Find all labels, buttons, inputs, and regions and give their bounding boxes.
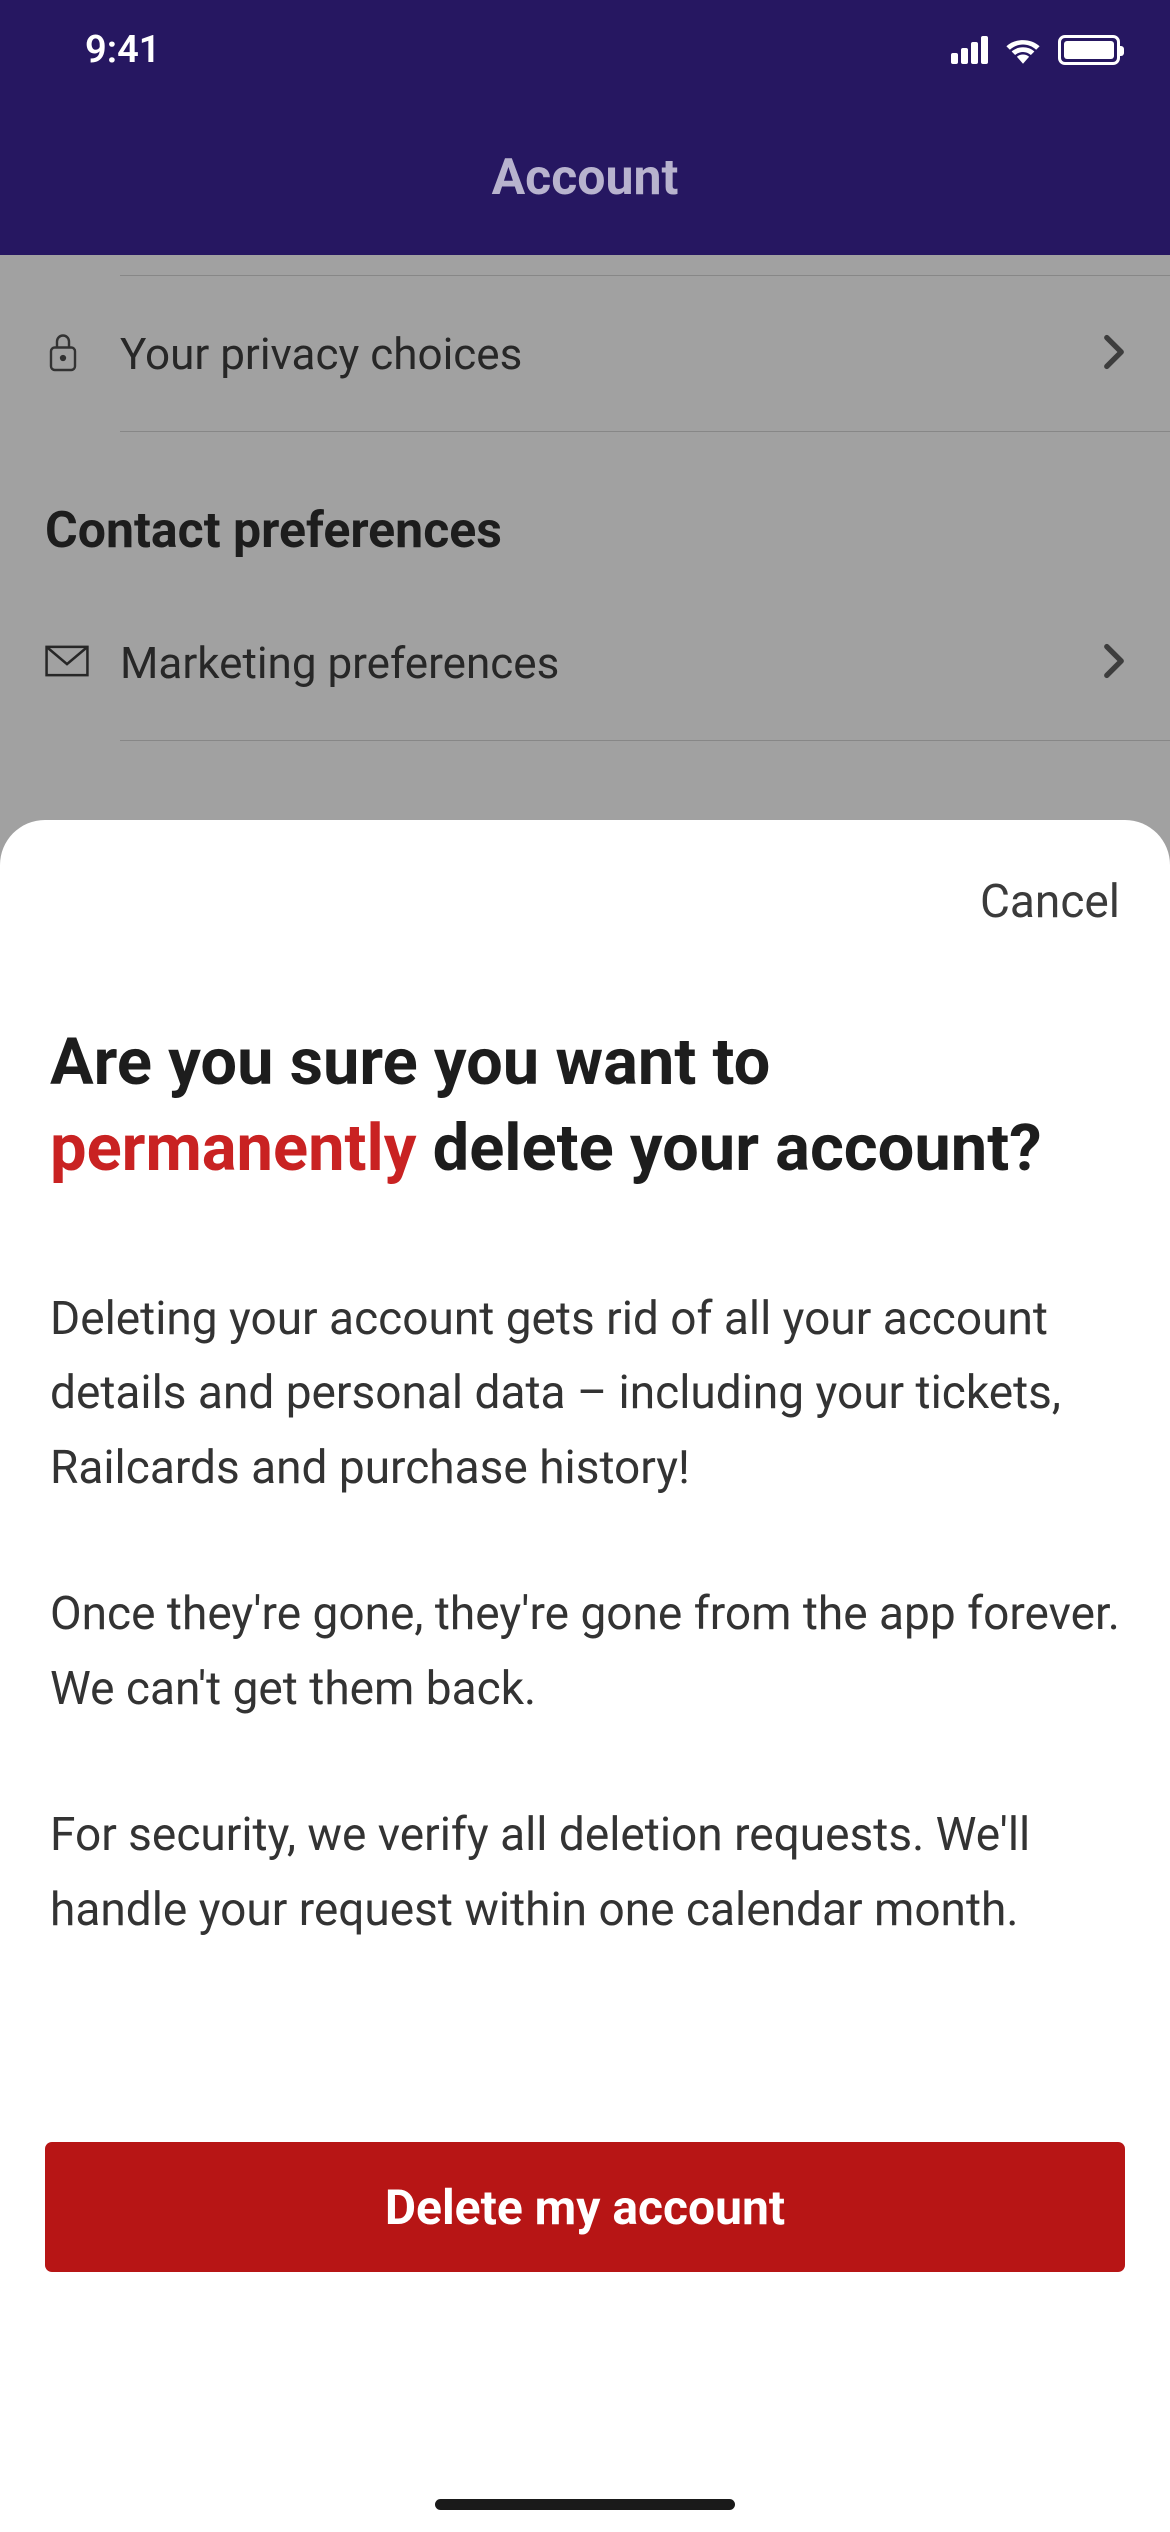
modal-body-p2: Once they're gone, they're gone from the…	[50, 1577, 1120, 1726]
page-header: Account	[0, 100, 1170, 255]
modal-title-part2: delete your account?	[416, 1110, 1041, 1186]
modal-body-p3: For security, we verify all deletion req…	[50, 1798, 1120, 1947]
cancel-button[interactable]: Cancel	[980, 875, 1120, 929]
wifi-icon	[1002, 32, 1044, 68]
cellular-signal-icon	[951, 36, 988, 64]
delete-account-button[interactable]: Delete my account	[45, 2142, 1125, 2272]
home-indicator[interactable]	[435, 2499, 735, 2510]
battery-icon	[1058, 35, 1120, 65]
modal-body-p1: Deleting your account gets rid of all yo…	[50, 1282, 1120, 1506]
modal-title-part1: Are you sure you want to	[50, 1024, 770, 1100]
status-bar: 9:41	[0, 0, 1170, 100]
modal-title: Are you sure you want to permanently del…	[50, 1020, 1120, 1192]
delete-account-modal: Cancel Are you sure you want to permanen…	[0, 820, 1170, 2532]
modal-body: Deleting your account gets rid of all yo…	[50, 1282, 1120, 1948]
modal-title-emphasis: permanently	[50, 1110, 416, 1186]
status-time: 9:41	[85, 28, 160, 72]
status-icons	[951, 32, 1120, 68]
page-title: Account	[492, 149, 679, 207]
